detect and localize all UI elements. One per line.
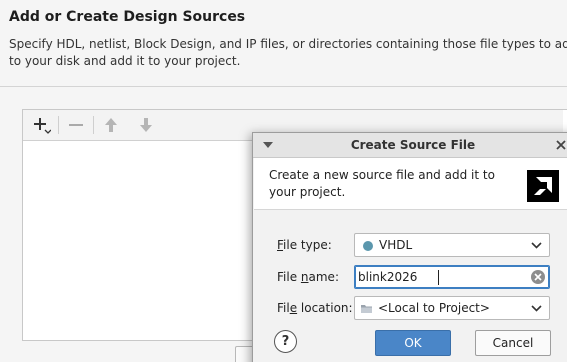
cancel-button[interactable]: Cancel <box>475 330 551 356</box>
header-divider <box>0 86 567 87</box>
move-down-button[interactable] <box>135 114 157 136</box>
ok-button[interactable]: OK <box>375 330 451 356</box>
add-button[interactable] <box>30 114 52 136</box>
amd-logo-icon <box>527 170 559 202</box>
help-button[interactable]: ? <box>274 330 297 353</box>
move-up-button[interactable] <box>100 114 122 136</box>
text-caret <box>438 270 439 285</box>
chevron-down-icon <box>531 242 542 249</box>
toolbar-separator <box>58 116 59 134</box>
file-type-select[interactable]: VHDL <box>354 233 550 257</box>
chevron-down-icon <box>531 305 542 312</box>
file-location-label: File location: <box>277 301 353 315</box>
move-down-icon <box>140 118 152 132</box>
page-title: Add or Create Design Sources <box>9 9 246 25</box>
page-description: Specify HDL, netlist, Block Design, and … <box>9 37 567 68</box>
file-name-label: File name: <box>277 270 339 284</box>
remove-button[interactable] <box>65 114 87 136</box>
dialog-title: Create Source File <box>350 138 476 152</box>
remove-icon <box>69 124 83 126</box>
clear-icon[interactable] <box>531 270 545 284</box>
dialog-description: Create a new source file and add it to y… <box>269 168 495 199</box>
file-location-select[interactable]: <Local to Project> <box>354 296 550 320</box>
vhdl-file-icon <box>363 241 373 251</box>
add-icon <box>34 118 51 134</box>
toolbar-separator <box>93 116 94 134</box>
file-name-input[interactable]: blink2026 <box>354 265 550 289</box>
file-type-label: File type: <box>277 238 332 252</box>
folder-icon <box>361 305 372 313</box>
file-type-value: VHDL <box>379 238 413 252</box>
file-name-value: blink2026 <box>358 270 418 284</box>
help-icon: ? <box>281 334 290 349</box>
move-up-icon <box>105 118 117 132</box>
dialog-header: Create a new source file and add it to y… <box>254 158 567 210</box>
dialog-titlebar: Create Source File <box>253 133 567 158</box>
file-location-value: <Local to Project> <box>378 301 490 315</box>
close-icon[interactable] <box>555 139 567 151</box>
create-source-file-dialog: Create Source File Create a new source f… <box>252 132 567 362</box>
